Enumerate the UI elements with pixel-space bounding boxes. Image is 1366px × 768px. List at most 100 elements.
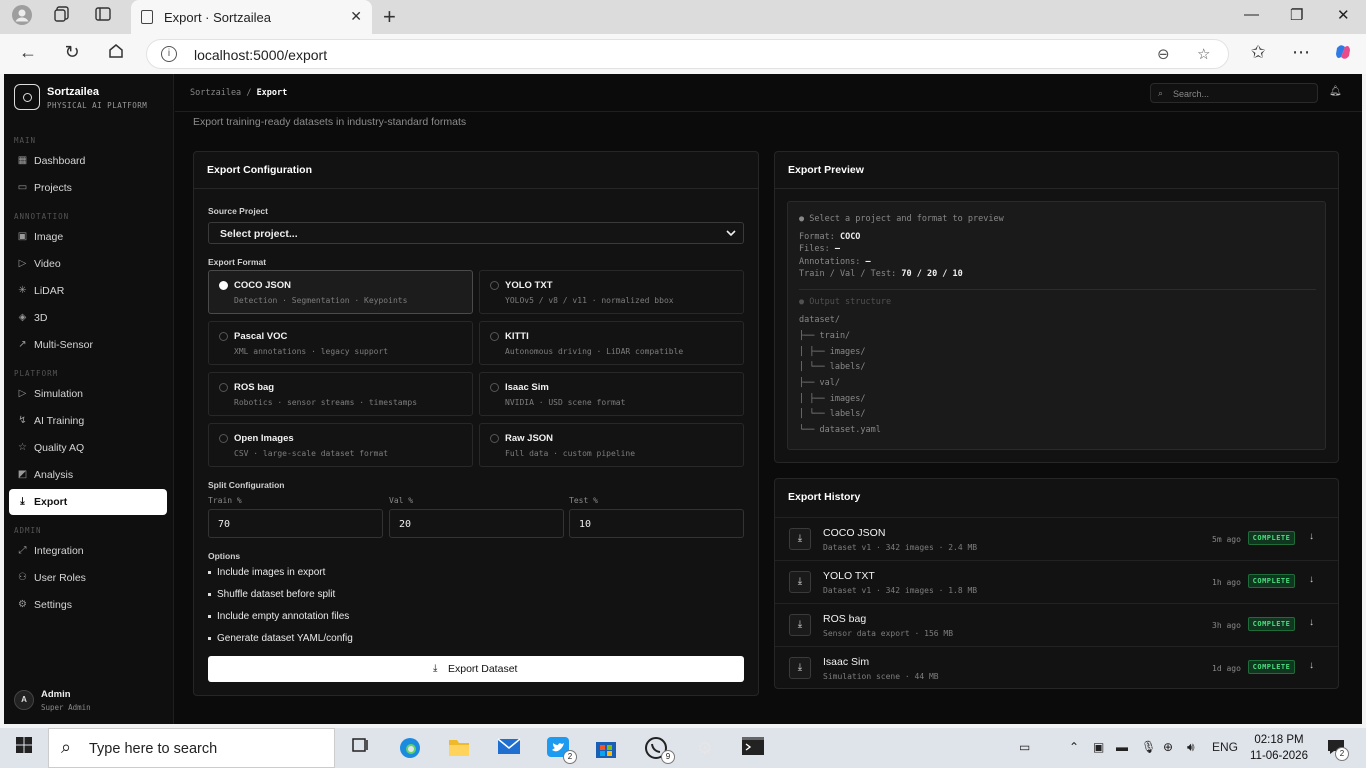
- active-tab[interactable]: Export · Sortzailea ✕: [131, 0, 372, 34]
- back-icon[interactable]: ←: [16, 42, 40, 63]
- task-view-icon[interactable]: [348, 736, 372, 760]
- favorite-star-icon[interactable]: ☆: [1197, 45, 1210, 63]
- settings-gear-icon[interactable]: ⚙: [693, 736, 717, 760]
- history-row[interactable]: ⤓ Isaac Sim Simulation scene · 44 MB 1d …: [775, 646, 1338, 689]
- clock[interactable]: 02:18 PM 11-06-2026: [1249, 732, 1309, 764]
- bell-icon[interactable]: 🔔︎: [1329, 86, 1342, 97]
- test-input[interactable]: 10: [569, 509, 744, 538]
- browser-toolbar: ← ↻ i localhost:5000/export ⊖ ☆ ✩ ⋯: [0, 34, 1366, 74]
- sidebar-item-3d[interactable]: ◈ 3D: [9, 305, 167, 331]
- sidebar-item-export[interactable]: ⤓ Export: [9, 489, 167, 515]
- option-include-images[interactable]: Include images in export: [208, 567, 325, 578]
- history-row[interactable]: ⤓ YOLO TXT Dataset v1 · 342 images · 1.8…: [775, 560, 1338, 603]
- lidar-icon: ✳: [18, 285, 27, 296]
- meet-icon[interactable]: ▣: [1093, 740, 1104, 754]
- collections-icon[interactable]: [50, 5, 74, 29]
- format-option-coco-json[interactable]: COCO JSON Detection · Segmentation · Key…: [208, 270, 473, 314]
- tab-actions-icon[interactable]: [91, 5, 115, 29]
- profile-icon[interactable]: [10, 5, 34, 29]
- keyboard-icon[interactable]: ▭: [1019, 740, 1030, 754]
- app-window: Sortzailea PHYSICAL AI PLATFORM MAIN ▦ D…: [4, 74, 1362, 724]
- train-input[interactable]: 70: [208, 509, 383, 538]
- history-row[interactable]: ⤓ COCO JSON Dataset v1 · 342 images · 2.…: [775, 517, 1338, 560]
- sidebar-item-image[interactable]: ▣ Image: [9, 224, 167, 250]
- sidebar-item-simulation[interactable]: ▷ Simulation: [9, 381, 167, 407]
- sidebar-item-ai-training[interactable]: ↯ AI Training: [9, 408, 167, 434]
- breadcrumb-separator: /: [246, 88, 252, 98]
- source-project-value: Select project...: [220, 228, 298, 240]
- sidebar-item-quality[interactable]: ☆ Quality AQ: [9, 435, 167, 461]
- file-explorer-icon[interactable]: [447, 736, 471, 760]
- new-tab-button[interactable]: +: [383, 5, 396, 29]
- address-bar[interactable]: i localhost:5000/export ⊖ ☆: [146, 39, 1229, 69]
- format-option-pascal-voc[interactable]: Pascal VOC XML annotations · legacy supp…: [208, 321, 473, 365]
- val-input[interactable]: 20: [389, 509, 564, 538]
- sidebar-item-multisensor[interactable]: ↗ Multi-Sensor: [9, 332, 167, 358]
- terminal-icon[interactable]: [741, 736, 765, 760]
- format-description: Autonomous driving · LiDAR compatible: [505, 347, 684, 356]
- format-option-open-images[interactable]: Open Images CSV · large-scale dataset fo…: [208, 423, 473, 467]
- format-option-isaac-sim[interactable]: Isaac Sim NVIDIA · USD scene format: [479, 372, 744, 416]
- download-arrow-icon[interactable]: ↓: [1309, 617, 1314, 628]
- brand[interactable]: Sortzailea PHYSICAL AI PLATFORM: [14, 84, 164, 116]
- store-icon[interactable]: [594, 736, 618, 760]
- favorites-icon[interactable]: ✩: [1246, 42, 1270, 63]
- window-close-icon[interactable]: ✕: [1337, 6, 1350, 24]
- globe-icon[interactable]: ⊕: [1163, 740, 1173, 754]
- refresh-icon[interactable]: ↻: [60, 42, 84, 63]
- browser-tab-bar: Export · Sortzailea ✕ + — ❐ ✕: [0, 0, 1366, 34]
- battery-icon[interactable]: ▬: [1116, 740, 1128, 754]
- mail-icon[interactable]: [497, 736, 521, 760]
- chevron-up-icon[interactable]: ⌃: [1069, 740, 1079, 754]
- val-value: 20: [399, 519, 412, 530]
- option-generate-yaml[interactable]: Generate dataset YAML/config: [208, 633, 353, 644]
- download-arrow-icon[interactable]: ↓: [1309, 531, 1314, 542]
- card-title: Export Preview: [788, 164, 864, 176]
- history-row[interactable]: ⤓ ROS bag Sensor data export · 156 MB 3h…: [775, 603, 1338, 646]
- user-profile[interactable]: A Admin Super Admin: [14, 686, 164, 716]
- more-icon[interactable]: ⋯: [1289, 42, 1313, 63]
- close-tab-icon[interactable]: ✕: [350, 8, 362, 25]
- sidebar-item-settings[interactable]: ⚙ Settings: [9, 592, 167, 618]
- sidebar-item-dashboard[interactable]: ▦ Dashboard: [9, 148, 167, 174]
- top-bar: Sortzailea / Export ⌕ Search... 🔔︎: [175, 74, 1362, 112]
- format-option-yolo-txt[interactable]: YOLO TXT YOLOv5 / v8 / v11 · normalized …: [479, 270, 744, 314]
- site-info-icon[interactable]: i: [161, 46, 177, 62]
- option-include-empty[interactable]: Include empty annotation files: [208, 611, 349, 622]
- sidebar-item-user-roles[interactable]: ⚇ User Roles: [9, 565, 167, 591]
- sidebar-item-video[interactable]: ▷ Video: [9, 251, 167, 277]
- edge-icon[interactable]: [398, 736, 422, 760]
- copilot-icon[interactable]: [1331, 42, 1355, 67]
- source-project-select[interactable]: Select project...: [208, 222, 744, 244]
- microphone-icon[interactable]: 🎙︎: [1141, 740, 1156, 754]
- download-arrow-icon[interactable]: ↓: [1309, 574, 1314, 585]
- sidebar-item-analysis[interactable]: ◩ Analysis: [9, 462, 167, 488]
- sidebar-item-projects[interactable]: ▭ Projects: [9, 175, 167, 201]
- history-time: 1d ago: [1212, 664, 1241, 673]
- format-option-kitti[interactable]: KITTI Autonomous driving · LiDAR compati…: [479, 321, 744, 365]
- export-dataset-button[interactable]: ⤓ Export Dataset: [208, 656, 744, 682]
- breadcrumb: Sortzailea / Export: [190, 88, 287, 98]
- zoom-icon[interactable]: ⊖: [1157, 45, 1170, 63]
- taskbar-search-input[interactable]: ⌕ Type here to search: [48, 728, 335, 768]
- sidebar-item-label: Simulation: [34, 388, 84, 400]
- breadcrumb-root[interactable]: Sortzailea: [190, 88, 241, 98]
- format-option-ros-bag[interactable]: ROS bag Robotics · sensor streams · time…: [208, 372, 473, 416]
- language-indicator[interactable]: ENG: [1212, 740, 1238, 754]
- windows-start-icon[interactable]: [12, 736, 36, 760]
- minimize-icon[interactable]: —: [1244, 6, 1259, 23]
- option-shuffle[interactable]: Shuffle dataset before split: [208, 589, 335, 600]
- sidebar-item-lidar[interactable]: ✳ LiDAR: [9, 278, 167, 304]
- tree-line: dataset/: [799, 315, 840, 325]
- home-icon[interactable]: [104, 42, 128, 65]
- format-name: YOLO TXT: [505, 280, 553, 291]
- search-input[interactable]: ⌕ Search...: [1150, 83, 1318, 103]
- download-arrow-icon[interactable]: ↓: [1309, 660, 1314, 671]
- format-option-raw-json[interactable]: Raw JSON Full data · custom pipeline: [479, 423, 744, 467]
- output-structure-title: ● Output structure: [799, 297, 892, 307]
- volume-icon[interactable]: 🔊︎: [1187, 740, 1195, 755]
- sidebar-item-integration[interactable]: ⤢ Integration: [9, 538, 167, 564]
- download-icon: ⤓: [789, 614, 811, 636]
- format-description: XML annotations · legacy support: [234, 347, 389, 356]
- restore-icon[interactable]: ❐: [1290, 6, 1303, 24]
